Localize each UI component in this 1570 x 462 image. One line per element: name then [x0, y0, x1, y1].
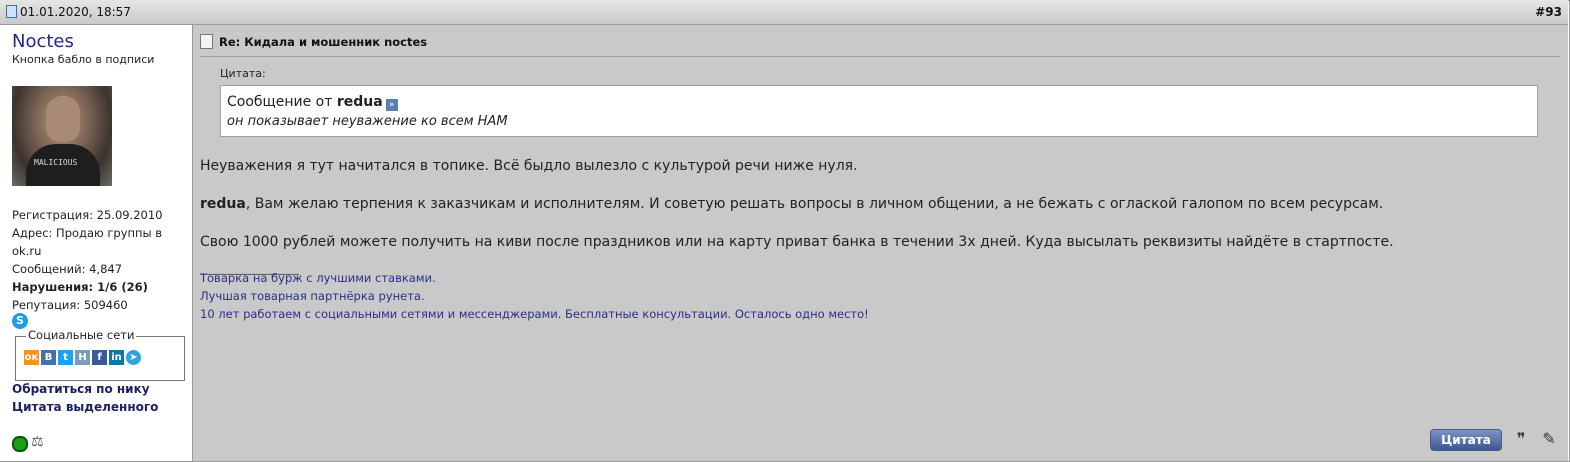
- linkedin-icon[interactable]: in: [109, 350, 124, 365]
- stat-address: Адрес: Продаю группы в ok.ru: [12, 226, 163, 258]
- multiquote-icon[interactable]: ❞: [1510, 429, 1532, 449]
- habr-icon[interactable]: H: [75, 350, 90, 365]
- odnoklassniki-icon[interactable]: ок: [24, 350, 39, 365]
- signature-link-3[interactable]: 10 лет работаем с социальными сетями и м…: [200, 307, 869, 321]
- twitter-icon[interactable]: t: [58, 350, 73, 365]
- social-icons: ок Вt Hf in ➤: [24, 350, 143, 369]
- quote-label: Цитата:: [220, 67, 266, 80]
- quote-selected-link[interactable]: Цитата выделенного: [12, 400, 158, 414]
- avatar[interactable]: MALICIOUS: [12, 86, 112, 186]
- stat-registration: Регистрация: 25.09.2010: [12, 208, 163, 222]
- user-stats: Регистрация: 25.09.2010 Адрес: Продаю гр…: [12, 206, 188, 314]
- avatar-shirt-text: MALICIOUS: [34, 158, 78, 167]
- stat-violations[interactable]: Нарушения: 1/6 (26): [12, 278, 188, 296]
- vkontakte-icon[interactable]: В: [41, 350, 56, 365]
- message-paragraph-2: redua, Вам желаю терпения к заказчикам и…: [200, 196, 1384, 212]
- post-number-link[interactable]: #93: [1535, 5, 1562, 19]
- social-networks-box: Социальные сети ок Вt Hf in ➤: [15, 328, 185, 381]
- post-date: 01.01.2020, 18:57: [6, 5, 131, 19]
- skype-icon[interactable]: S: [12, 313, 28, 329]
- message-paragraph-3: Свою 1000 рублей можете получить на киви…: [200, 234, 1394, 250]
- quick-reply-icon[interactable]: ✎: [1538, 429, 1560, 449]
- quote-header: Сообщение от redua»: [227, 94, 398, 111]
- stat-messages: Сообщений: 4,847: [12, 262, 123, 276]
- quote-box: Сообщение от redua» он показывает неуваж…: [220, 85, 1538, 137]
- title-divider: [200, 56, 1560, 57]
- social-legend: Социальные сети: [26, 328, 137, 342]
- document-icon: [200, 34, 213, 49]
- mention-user-link[interactable]: Обратиться по нику: [12, 382, 150, 396]
- user-scales-icon[interactable]: ⚖: [31, 434, 51, 450]
- facebook-icon[interactable]: f: [92, 350, 107, 365]
- post-header: 01.01.2020, 18:57 #93: [0, 0, 1568, 25]
- telegram-icon[interactable]: ➤: [126, 350, 141, 365]
- document-icon: [6, 5, 17, 18]
- stat-reputation: Репутация: 509460: [12, 298, 128, 312]
- post-content: Re: Кидала и мошенник noctes Цитата: Соо…: [193, 25, 1568, 461]
- message-paragraph-1: Неуважения я тут начитался в топике. Всё…: [200, 158, 858, 174]
- user-sidebar: Noctes Кнопка бабло в подписи MALICIOUS …: [0, 25, 193, 461]
- signature-link-1[interactable]: Товарка на бурж с лучшими ставками.: [200, 271, 436, 285]
- online-status-icon: [12, 436, 28, 452]
- signature-link-2[interactable]: Лучшая товарная партнёрка рунета.: [200, 289, 425, 303]
- quote-text: он показывает неуважение ко всем НАМ: [227, 114, 508, 129]
- post-title: Re: Кидала и мошенник noctes: [200, 34, 427, 49]
- username-link[interactable]: Noctes: [12, 31, 74, 52]
- view-post-arrow-icon[interactable]: »: [385, 99, 398, 111]
- quote-button[interactable]: Цитата: [1430, 429, 1502, 451]
- quote-author: redua: [336, 94, 383, 110]
- user-title: Кнопка бабло в подписи: [12, 53, 155, 66]
